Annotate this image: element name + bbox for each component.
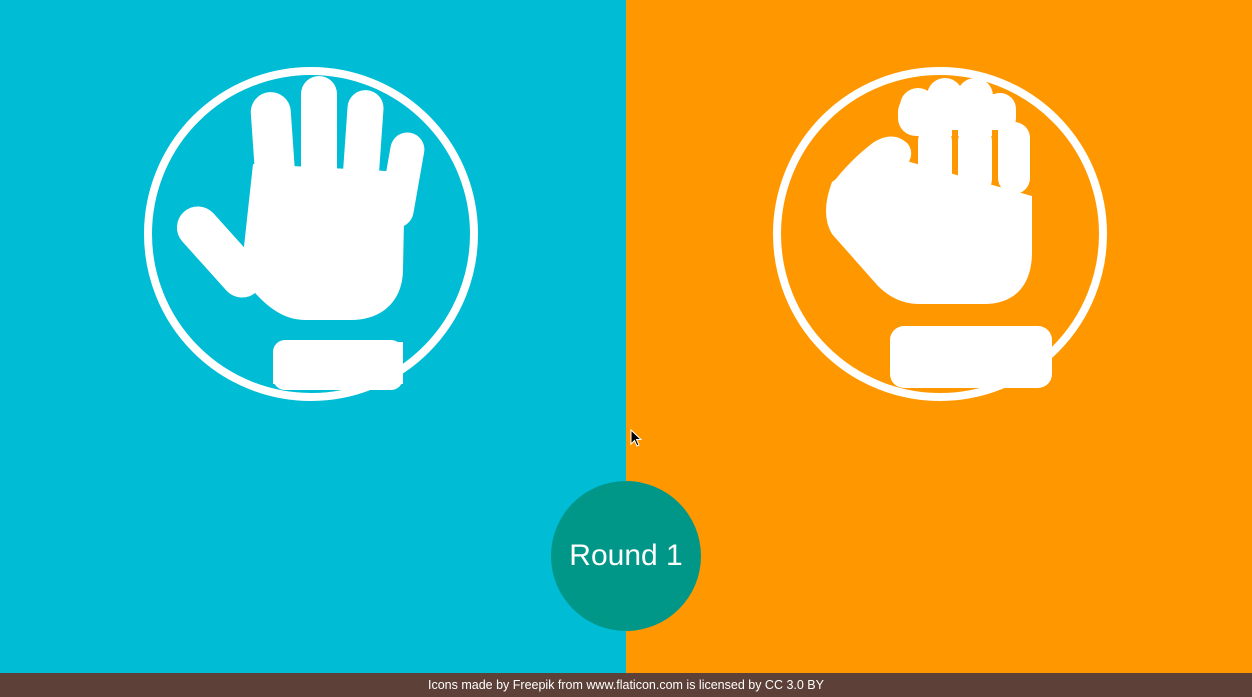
round-label: Round 1	[569, 539, 683, 572]
computer-panel	[626, 0, 1252, 673]
player-panel	[0, 0, 626, 673]
footer: Icons made by Freepik from www.flaticon.…	[0, 673, 1252, 697]
paper-hand-icon	[141, 64, 481, 404]
rock-fist-icon	[770, 64, 1110, 404]
mouse-pointer-icon	[630, 429, 642, 447]
game-stage: Round 1 Icons made by Freepik from www.f…	[0, 0, 1252, 697]
footer-credit: Icons made by Freepik from www.flaticon.…	[428, 678, 824, 692]
round-badge: Round 1	[551, 481, 701, 631]
